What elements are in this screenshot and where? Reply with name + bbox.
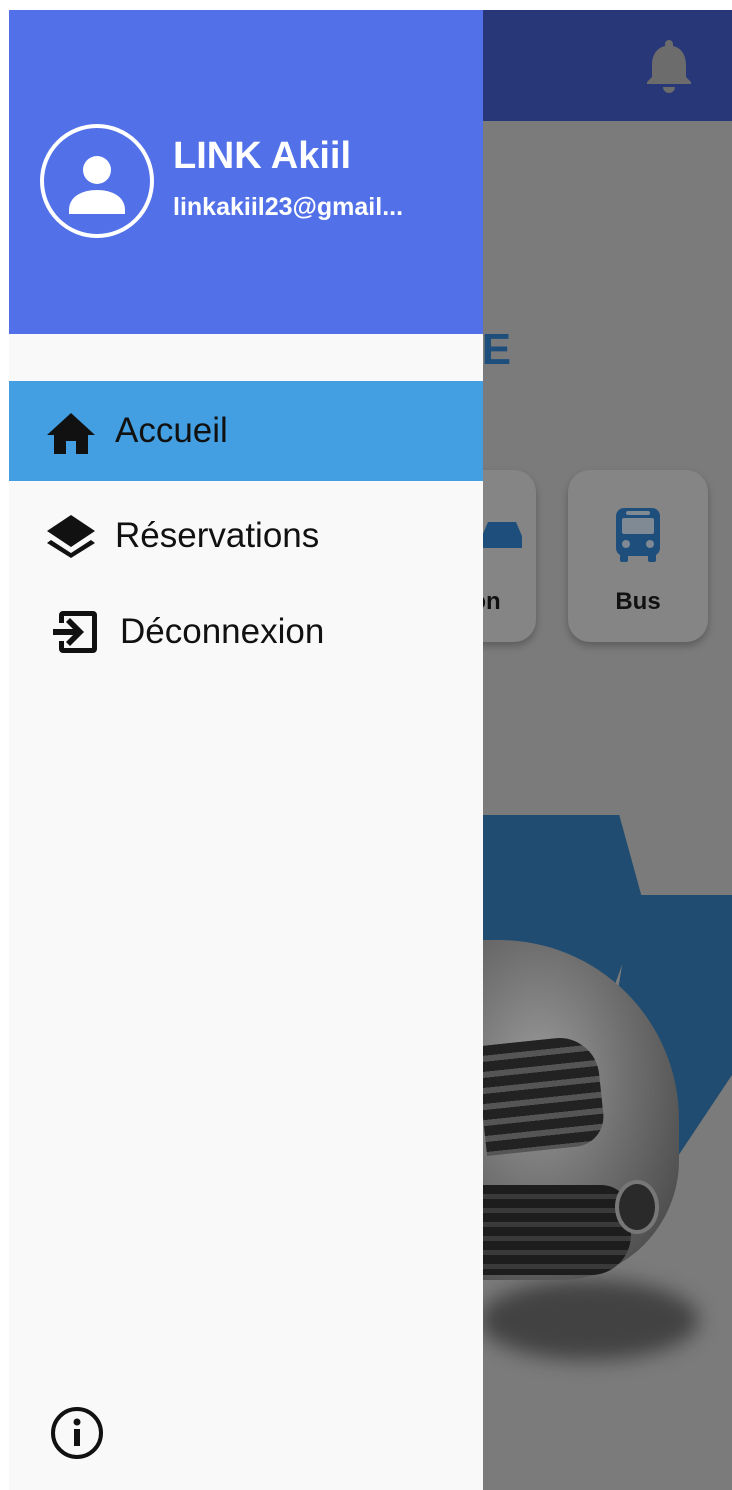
background-car-foglamp (615, 1180, 659, 1234)
drawer-item-accueil[interactable]: Accueil (9, 381, 483, 481)
background-car-shadow (479, 1280, 699, 1360)
drawer-item-label: Accueil (115, 411, 228, 450)
drawer-header: LINK Akiil linkakiil23@gmail... (9, 10, 483, 334)
home-icon (45, 411, 97, 460)
drawer-item-label: Réservations (115, 516, 320, 555)
bus-icon (612, 506, 664, 571)
drawer-item-deconnexion[interactable]: Déconnexion (9, 581, 483, 681)
background-card-bus[interactable]: Bus (568, 470, 708, 642)
drawer-item-label: Déconnexion (120, 612, 325, 651)
info-icon[interactable] (49, 1405, 105, 1466)
background-card-label: Bus (615, 588, 661, 615)
logout-icon (51, 607, 101, 662)
background-car-bumper (481, 1185, 631, 1275)
navigation-drawer: LINK Akiil linkakiil23@gmail... Accueil … (9, 10, 483, 1490)
user-email: linkakiil23@gmail... (173, 193, 404, 221)
car-icon (476, 506, 528, 563)
bell-icon[interactable] (645, 38, 693, 99)
drawer-item-reservations[interactable]: Réservations (9, 485, 483, 585)
layers-icon (45, 513, 97, 564)
app-screen: RE on Bus (9, 10, 732, 1490)
user-name: LINK Akiil (173, 135, 352, 177)
background-car-grille (475, 1034, 607, 1156)
person-icon (44, 128, 150, 239)
avatar[interactable] (40, 124, 154, 238)
